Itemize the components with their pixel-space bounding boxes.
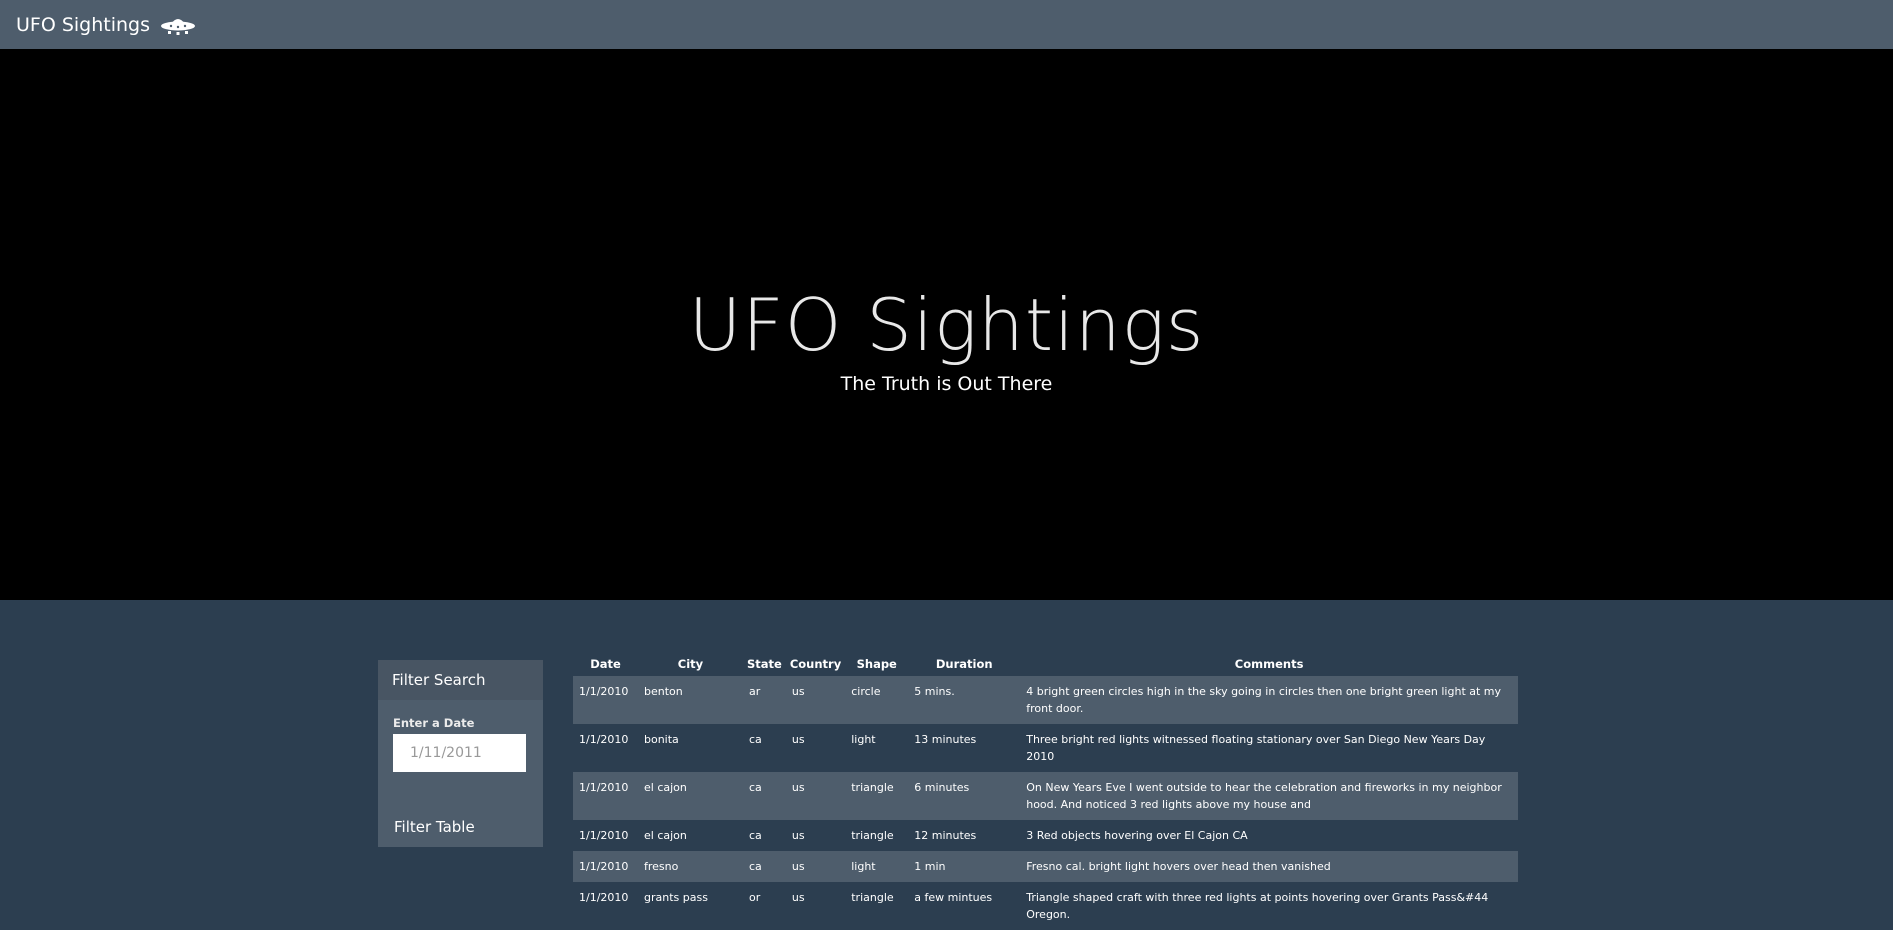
filter-panel: Filter Search Enter a Date Filter Table	[378, 660, 543, 847]
cell-duration: 12 minutes	[914, 829, 977, 842]
cell-date: 1/1/2010	[579, 891, 629, 904]
header-country: Country	[789, 657, 842, 671]
cell-city: fresno	[644, 860, 679, 873]
table-row: 1/1/2010 el cajon ca us triangle 12 minu…	[573, 820, 1518, 851]
cell-shape: light	[851, 733, 876, 746]
cell-shape: triangle	[851, 781, 894, 794]
cell-state: or	[749, 891, 761, 904]
cell-city: el cajon	[644, 829, 687, 842]
cell-date: 1/1/2010	[579, 685, 629, 698]
header-comments: Comments	[1234, 657, 1304, 671]
main-content: Filter Search Enter a Date Filter Table …	[0, 600, 1893, 930]
filter-panel-header: Filter Search	[378, 660, 543, 700]
header-shape: Shape	[856, 657, 897, 671]
hero-banner: UFO Sightings The Truth is Out There	[0, 49, 1893, 600]
cell-city: bonita	[644, 733, 679, 746]
header-city: City	[677, 657, 704, 671]
table-row: 1/1/2010 benton ar us circle 5 mins. 4 b…	[573, 676, 1518, 724]
cell-country: us	[791, 781, 805, 794]
cell-duration: 5 mins.	[914, 685, 955, 698]
header-state: State	[747, 657, 782, 671]
cell-duration: a few mintues	[914, 891, 993, 904]
cell-duration: 1 min	[914, 860, 946, 873]
table-header-row: Date City State Country Shape Duration C…	[573, 652, 1518, 676]
cell-duration: 6 minutes	[914, 781, 970, 794]
navbar: UFO Sightings	[0, 0, 1893, 49]
cell-date: 1/1/2010	[579, 733, 629, 746]
cell-shape: circle	[851, 685, 881, 698]
cell-state: ca	[749, 829, 762, 842]
brand-title: UFO Sightings	[16, 13, 151, 36]
cell-shape: triangle	[851, 891, 894, 904]
cell-duration: 13 minutes	[914, 733, 977, 746]
table-row: 1/1/2010 el cajon ca us triangle 6 minut…	[573, 772, 1518, 820]
cell-date: 1/1/2010	[579, 860, 629, 873]
cell-state: ar	[749, 685, 761, 698]
brand-link[interactable]: UFO Sightings	[16, 13, 197, 37]
cell-comments: 4 bright green circles high in the sky g…	[1026, 685, 1502, 715]
hero-subtitle: The Truth is Out There	[840, 372, 1053, 395]
table-row: 1/1/2010 grants pass or us triangle a fe…	[573, 882, 1518, 930]
cell-comments: 3 Red objects hovering over El Cajon CA	[1026, 829, 1248, 842]
table-row: 1/1/2010 fresno ca us light 1 min Fresno…	[573, 851, 1518, 882]
cell-country: us	[791, 829, 805, 842]
cell-state: ca	[749, 781, 762, 794]
cell-city: benton	[644, 685, 683, 698]
cell-date: 1/1/2010	[579, 781, 629, 794]
date-label: Enter a Date	[393, 716, 475, 730]
table-row: 1/1/2010 bonita ca us light 13 minutes T…	[573, 724, 1518, 772]
cell-date: 1/1/2010	[579, 829, 629, 842]
cell-state: ca	[749, 733, 762, 746]
ufo-icon	[159, 13, 197, 37]
cell-comments: Triangle shaped craft with three red lig…	[1026, 891, 1489, 921]
cell-shape: triangle	[851, 829, 894, 842]
cell-state: ca	[749, 860, 762, 873]
filter-table-button[interactable]: Filter Table	[394, 818, 475, 836]
hero-title: UFO Sightings	[688, 282, 1205, 367]
cell-country: us	[791, 860, 805, 873]
cell-shape: light	[851, 860, 876, 873]
cell-country: us	[791, 891, 805, 904]
cell-comments: Three bright red lights witnessed floati…	[1026, 733, 1486, 763]
cell-country: us	[791, 733, 805, 746]
ufo-table: Date City State Country Shape Duration C…	[573, 652, 1518, 930]
header-duration: Duration	[935, 657, 993, 671]
cell-city: grants pass	[644, 891, 708, 904]
cell-comments: Fresno cal. bright light hovers over hea…	[1026, 860, 1331, 873]
date-input[interactable]	[393, 734, 526, 772]
cell-city: el cajon	[644, 781, 687, 794]
cell-country: us	[791, 685, 805, 698]
header-date: Date	[590, 657, 621, 671]
cell-comments: On New Years Eve I went outside to hear …	[1026, 781, 1502, 811]
